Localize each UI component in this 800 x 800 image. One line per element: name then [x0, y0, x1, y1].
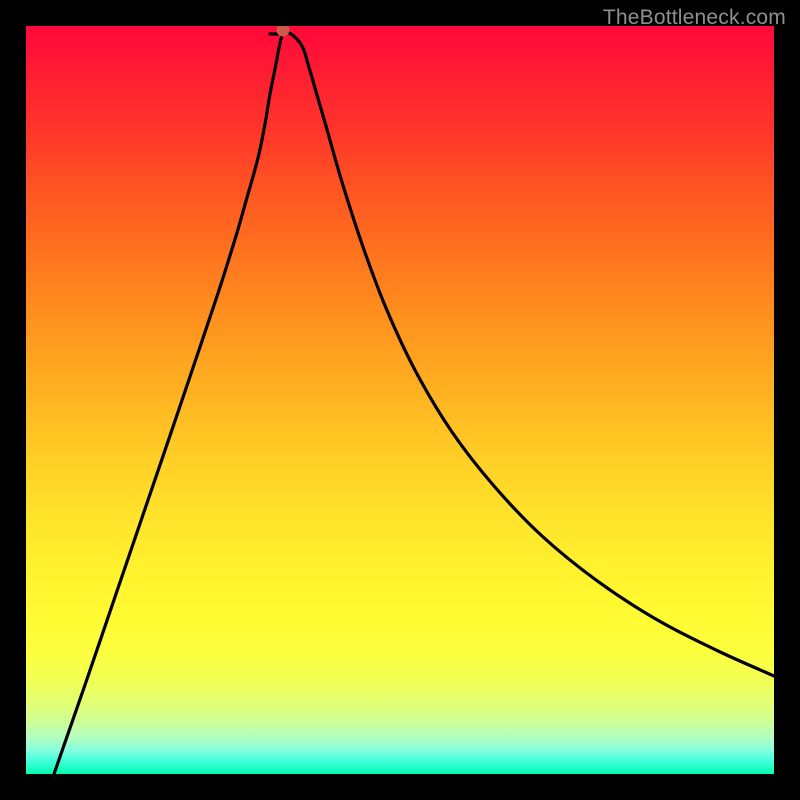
bottleneck-curve — [26, 26, 774, 774]
chart-frame: TheBottleneck.com — [0, 0, 800, 800]
watermark-text: TheBottleneck.com — [603, 6, 786, 30]
plot-area — [26, 26, 774, 774]
